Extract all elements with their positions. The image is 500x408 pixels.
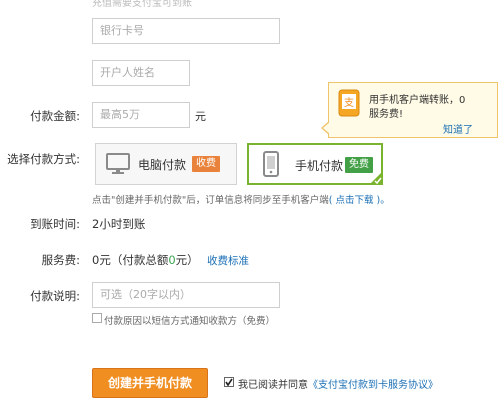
phone-icon — [263, 151, 279, 177]
agree-text: 我已阅读并同意《支付宝付款到卡服务协议》 — [238, 376, 438, 391]
charge-badge: 收费 — [192, 156, 220, 172]
service-agreement-link[interactable]: 《支付宝付款到卡服务协议》 — [308, 380, 438, 391]
sms-notify-checkbox[interactable] — [92, 313, 102, 323]
alipay-phone-icon: 支 — [338, 89, 360, 117]
mobile-payment-label: 手机付款 — [295, 159, 344, 173]
fee-label: 服务费: — [41, 253, 80, 267]
mobile-sync-note: 点击"创建并手机付款"后，订单信息将同步至手机客户端( 点击下载 )。 — [92, 192, 390, 206]
check-icon — [225, 378, 233, 387]
fee-zero: 0 — [168, 253, 176, 267]
holder-name-input[interactable]: 开户人姓名 — [92, 60, 190, 86]
amount-unit: 元 — [195, 110, 206, 123]
method-label: 选择付款方式: — [7, 152, 80, 166]
mobile-sync-note-text: 点击"创建并手机付款"后，订单信息将同步至手机客户端 — [92, 195, 329, 206]
amount-label: 付款金额: — [30, 109, 80, 123]
bank-card-input[interactable]: 银行卡号 — [92, 18, 280, 44]
tip-text-line2: 服务费! — [369, 109, 404, 120]
tip-dismiss-link[interactable]: 知道了 — [443, 121, 473, 136]
agree-checkbox[interactable] — [224, 377, 234, 387]
pc-payment-label: 电脑付款 — [138, 158, 187, 172]
remark-label: 付款说明: — [30, 289, 80, 303]
remark-input[interactable]: 可选（20字以内） — [92, 282, 280, 308]
fee-value-prefix: 0元（付款总额 — [92, 253, 169, 267]
arrival-label: 到账时间: — [30, 217, 80, 231]
agree-label: 我已阅读并同意 — [238, 380, 308, 391]
selected-check-icon — [369, 171, 383, 185]
mobile-payment-option[interactable]: 手机付款 免费 — [247, 143, 383, 185]
fee-value-suffix: 元） — [175, 253, 199, 267]
amount-input[interactable]: 最高5万 — [92, 102, 190, 128]
svg-text:支: 支 — [344, 97, 354, 109]
tip-text-line1: 用手机客户端转账，0 — [369, 95, 466, 106]
top-hint: 充值需要支付宝可到账 — [92, 0, 192, 9]
sms-notify-label: 付款原因以短信方式通知收款方（免费） — [104, 316, 276, 327]
fee-standard-link[interactable]: 收费标准 — [207, 253, 249, 268]
arrival-value: 2小时到账 — [92, 217, 146, 231]
pc-payment-option[interactable]: 电脑付款 收费 — [95, 143, 237, 185]
download-link[interactable]: ( 点击下载 )。 — [329, 195, 390, 206]
monitor-icon — [106, 153, 130, 174]
mobile-tip-popup: 支 用手机客户端转账，0 服务费! 知道了 — [321, 82, 498, 138]
create-mobile-payment-button[interactable]: 创建并手机付款 — [92, 368, 208, 398]
fee-value: 0元（付款总额0元） — [92, 252, 199, 268]
